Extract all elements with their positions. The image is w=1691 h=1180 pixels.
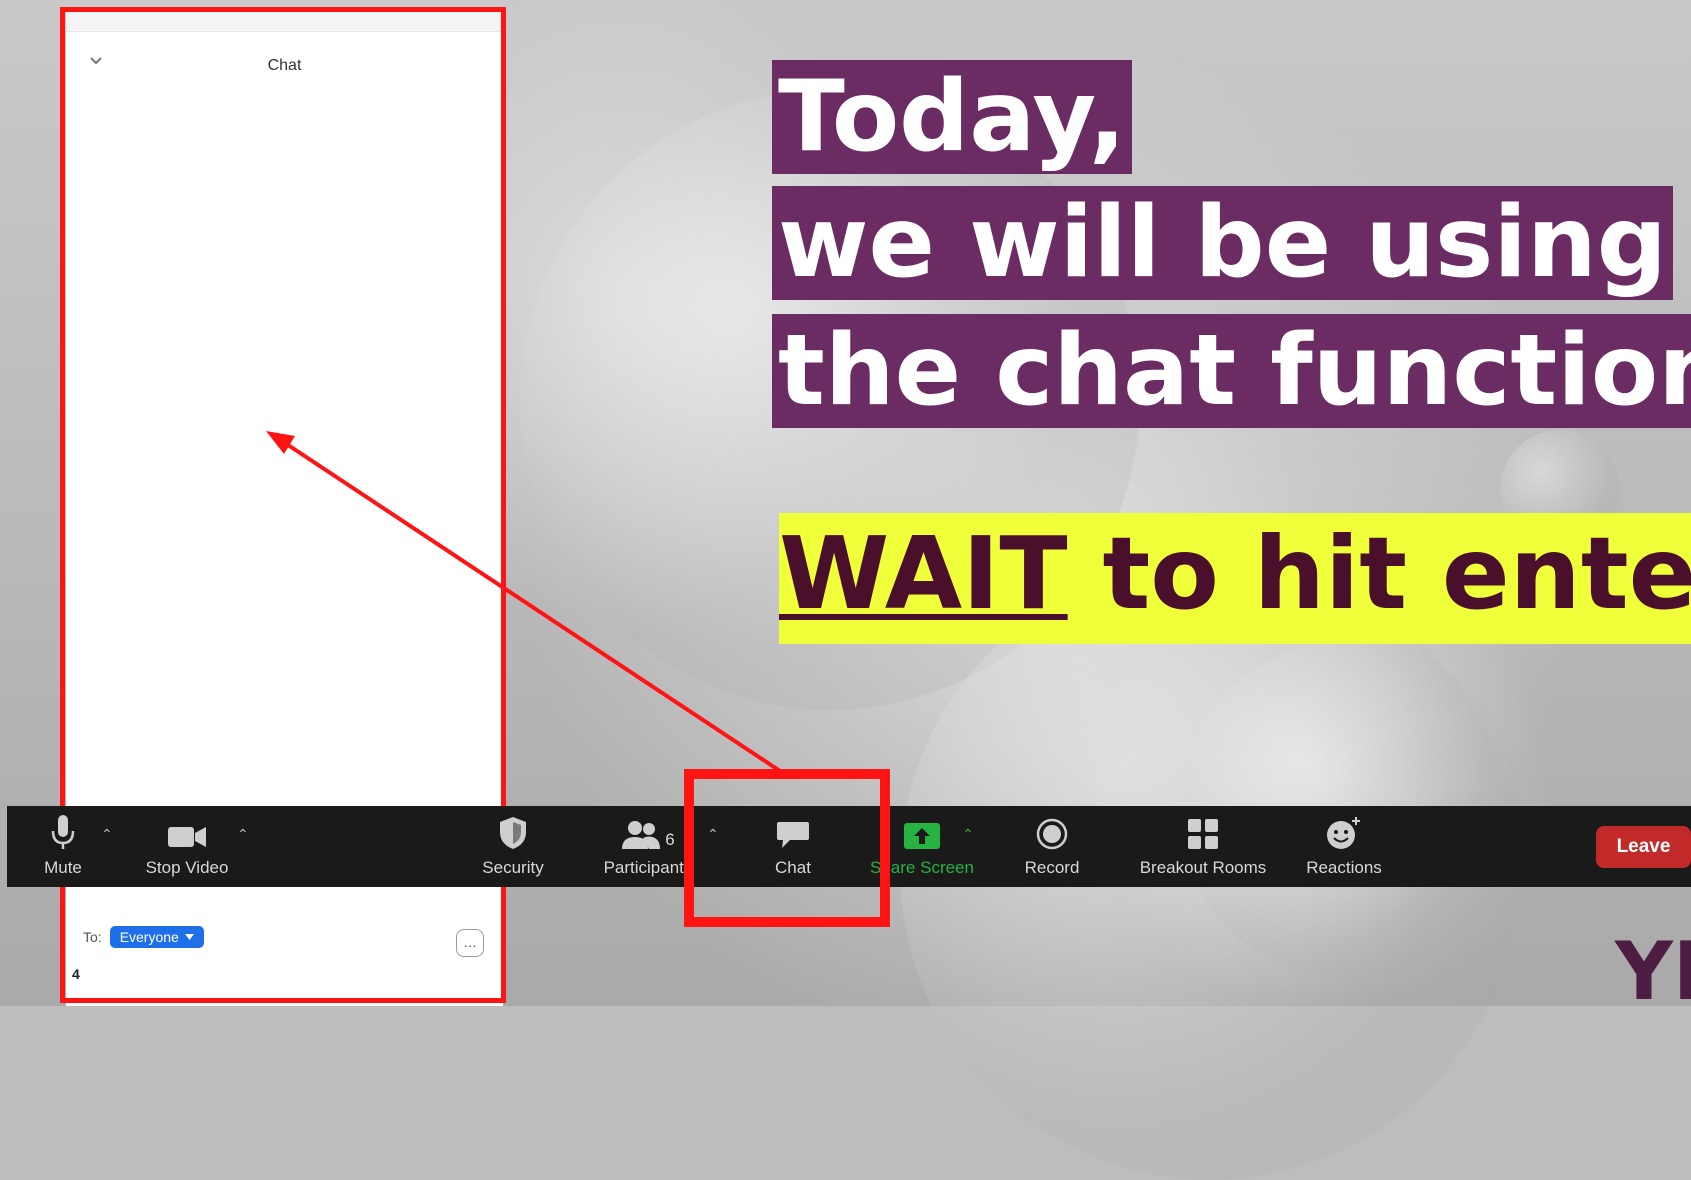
wait-banner: WAIT to hit enter	[779, 513, 1691, 644]
stop-video-button[interactable]: Stop Video	[137, 806, 237, 887]
microphone-icon	[50, 806, 76, 850]
participants-button[interactable]: 6 Participants	[595, 806, 701, 887]
chat-title: Chat	[267, 57, 302, 74]
chat-panel-topbar	[66, 11, 503, 32]
share-screen-label: Share Screen	[870, 858, 974, 877]
share-screen-button[interactable]: Share Screen	[862, 806, 982, 887]
leave-button[interactable]: Leave	[1596, 826, 1691, 868]
recipient-dropdown[interactable]: Everyone	[109, 926, 204, 948]
record-label: Record	[1024, 858, 1080, 877]
participants-count: 6	[665, 830, 675, 849]
security-button[interactable]: Security	[470, 806, 556, 887]
chat-input[interactable]: 4	[72, 966, 80, 982]
smiley-plus-icon	[1326, 806, 1362, 850]
recipient-label: Everyone	[119, 929, 179, 945]
headline-line-3: the chat function	[772, 314, 1691, 428]
mute-options-caret-icon[interactable]: ⌃	[101, 826, 113, 843]
participants-options-caret-icon[interactable]: ⌃	[707, 826, 719, 843]
breakout-rooms-button[interactable]: Breakout Rooms	[1131, 806, 1275, 887]
mute-button[interactable]: Mute	[33, 806, 93, 887]
security-label: Security	[482, 858, 544, 877]
participants-icon: 6	[608, 806, 688, 850]
chat-bubble-icon	[776, 806, 810, 850]
video-camera-icon	[167, 806, 207, 850]
chat-label: Chat	[775, 858, 811, 877]
meeting-toolbar: Mute ⌃ Stop Video ⌃ Security 6 Participa…	[7, 806, 1691, 887]
reactions-label: Reactions	[1306, 858, 1382, 877]
headline-line-2: we will be using	[772, 186, 1673, 300]
wait-text: WAIT to hit enter	[779, 515, 1691, 632]
share-options-caret-icon[interactable]: ⌃	[962, 826, 974, 843]
shield-icon	[498, 806, 528, 850]
headline-line-1: Today,	[772, 60, 1132, 174]
record-button[interactable]: Record	[1017, 806, 1087, 887]
record-icon	[1036, 806, 1068, 850]
breakout-rooms-label: Breakout Rooms	[1139, 858, 1267, 877]
mute-label: Mute	[44, 858, 82, 877]
stop-video-label: Stop Video	[145, 858, 229, 877]
reactions-button[interactable]: Reactions	[1299, 806, 1389, 887]
more-options-button[interactable]: …	[456, 929, 484, 957]
participants-label: Participants	[603, 858, 693, 877]
to-label: To:	[83, 929, 102, 945]
logo-fragment: YI	[1615, 925, 1691, 1018]
caret-down-icon	[184, 934, 194, 940]
breakout-rooms-icon	[1187, 806, 1219, 850]
chat-recipient-row: To: Everyone	[83, 926, 204, 948]
share-screen-icon	[903, 806, 941, 850]
video-options-caret-icon[interactable]: ⌃	[237, 826, 249, 843]
chat-button[interactable]: Chat	[757, 806, 829, 887]
